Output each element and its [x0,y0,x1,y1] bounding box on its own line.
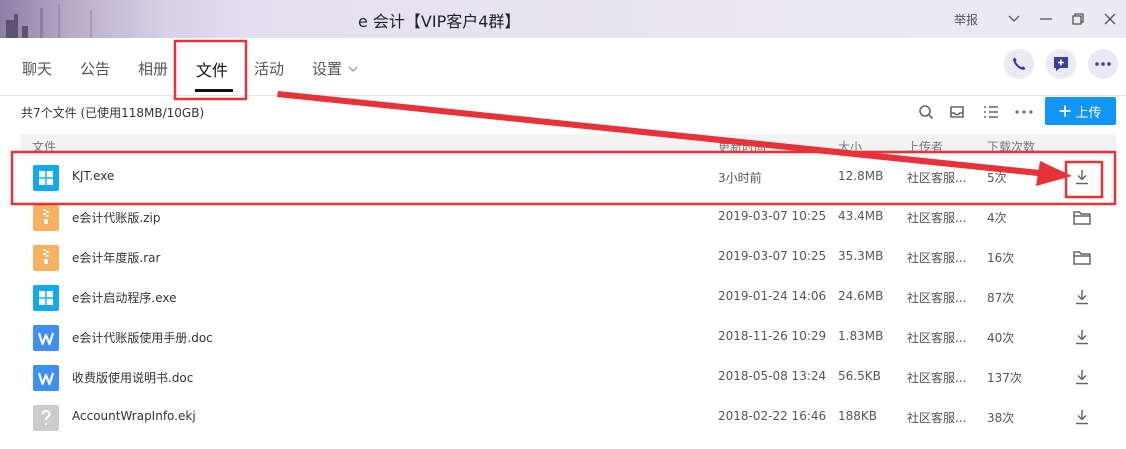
tab-settings[interactable]: 设置 [312,58,358,79]
chevron-down-icon [348,66,358,72]
tab-activity[interactable]: 活动 [254,58,284,79]
more-dots-icon [1095,62,1111,66]
windows-exe-icon [33,285,59,311]
file-row-ekj[interactable]: AccountWrapInfo.ekj 2018-02-22 16:46 188… [21,397,1116,437]
close-icon[interactable] [1094,0,1126,38]
download-icon[interactable] [1071,366,1093,388]
word-doc-icon [33,365,59,391]
file-size: 35.3MB [838,249,884,263]
call-button[interactable] [1004,49,1034,79]
message-plus-icon [1054,57,1068,71]
upload-button[interactable]: 上传 [1045,97,1116,125]
tab-album[interactable]: 相册 [138,58,168,79]
title-bar: e 会计【VIP客户4群】 举报 [0,0,1126,38]
title-bar-background [0,0,240,38]
file-uploader: 社区客服... [907,371,967,385]
search-icon[interactable] [915,101,937,123]
file-table-header: 文件 更新时间 大小 上传者 下载次数 [21,134,1116,156]
unknown-file-icon [33,405,59,431]
file-downloads: 5次 [987,171,1007,185]
file-uploader: 社区客服... [907,211,967,225]
tab-bar: 聊天 公告 相册 文件 活动 设置 [0,38,1126,96]
file-size: 24.6MB [838,289,884,303]
file-summary: 共7个文件 (已使用118MB/10GB) [21,106,205,120]
file-size: 1.83MB [838,329,884,343]
file-name: 收费版使用说明书.doc [72,371,194,385]
file-downloads: 4次 [987,211,1007,225]
file-name: AccountWrapInfo.ekj [72,409,196,423]
windows-exe-icon [33,165,59,191]
file-time: 2018-11-26 10:29 [718,329,827,343]
file-time: 2018-05-08 13:24 [718,369,827,383]
column-name[interactable]: 文件 [32,138,56,155]
file-row-rar[interactable]: e会计年度版.rar 2019-03-07 10:25 35.3MB 社区客服.… [21,237,1116,277]
new-message-button[interactable] [1046,49,1076,79]
word-doc-icon [33,325,59,351]
file-row-guide[interactable]: 收费版使用说明书.doc 2018-05-08 13:24 56.5KB 社区客… [21,357,1116,397]
download-icon[interactable] [1071,406,1093,428]
file-uploader: 社区客服... [907,331,967,345]
zip-file-icon [33,205,59,231]
minimize-icon[interactable] [1030,0,1062,38]
file-time: 3小时前 [718,171,762,185]
file-name: KJT.exe [72,169,115,183]
window-title: e 会计【VIP客户4群】 [358,12,521,31]
file-downloads: 16次 [987,251,1015,265]
file-row-zip[interactable]: e会计代账版.zip 2019-03-07 10:25 43.4MB 社区客服.… [21,197,1116,237]
file-name: e会计启动程序.exe [72,291,177,305]
tab-chat[interactable]: 聊天 [22,58,52,79]
group-file-window: e 会计【VIP客户4群】 举报 聊天 公告 相册 文件 活动 设置 共7个文件… [0,0,1126,449]
folder-icon[interactable] [1071,206,1093,228]
column-time[interactable]: 更新时间 [718,138,766,155]
more-button[interactable] [1088,49,1118,79]
file-downloads: 40次 [987,331,1015,345]
file-downloads: 87次 [987,291,1015,305]
file-uploader: 社区客服... [907,171,967,185]
list-view-icon[interactable] [980,101,1002,123]
tab-settings-label: 设置 [312,60,343,78]
download-icon[interactable] [1071,166,1093,188]
column-uploader[interactable]: 上传者 [907,138,943,155]
report-link[interactable]: 举报 [954,11,978,28]
tab-files[interactable]: 文件 [196,57,228,81]
file-time: 2019-01-24 14:06 [718,289,827,303]
file-uploader: 社区客服... [907,411,967,425]
tab-announcement[interactable]: 公告 [80,58,110,79]
file-name: e会计代账版使用手册.doc [72,331,213,345]
file-size: 188KB [838,409,878,423]
zip-file-icon [33,245,59,271]
file-row-launcher[interactable]: e会计启动程序.exe 2019-01-24 14:06 24.6MB 社区客服… [21,277,1116,317]
file-name: e会计代账版.zip [72,211,161,225]
column-size[interactable]: 大小 [838,138,862,155]
upload-label: 上传 [1075,105,1102,121]
file-size: 56.5KB [838,369,881,383]
file-downloads: 137次 [987,371,1022,385]
file-row-kjt[interactable]: KJT.exe 3小时前 12.8MB 社区客服... 5次 [21,157,1116,197]
file-time: 2019-03-07 10:25 [718,209,827,223]
file-size: 43.4MB [838,209,884,223]
plus-icon [1059,105,1071,117]
download-icon[interactable] [1071,326,1093,348]
download-icon[interactable] [1071,286,1093,308]
restore-icon[interactable] [1062,0,1094,38]
file-name: e会计年度版.rar [72,251,161,265]
file-row-manual[interactable]: e会计代账版使用手册.doc 2018-11-26 10:29 1.83MB 社… [21,317,1116,357]
window-controls: 举报 [954,0,1126,38]
active-tab-underline [195,89,233,92]
file-downloads: 38次 [987,411,1015,425]
folder-icon[interactable] [1071,246,1093,268]
column-downloads[interactable]: 下载次数 [987,138,1035,155]
file-size: 12.8MB [838,169,884,183]
file-uploader: 社区客服... [907,291,967,305]
chevron-down-icon[interactable] [998,0,1030,38]
file-uploader: 社区客服... [907,251,967,265]
file-time: 2018-02-22 16:46 [718,409,827,423]
more-dots-icon[interactable] [1013,101,1035,123]
file-time: 2019-03-07 10:25 [718,249,827,263]
inbox-icon[interactable] [946,101,968,123]
phone-icon [1013,57,1026,70]
